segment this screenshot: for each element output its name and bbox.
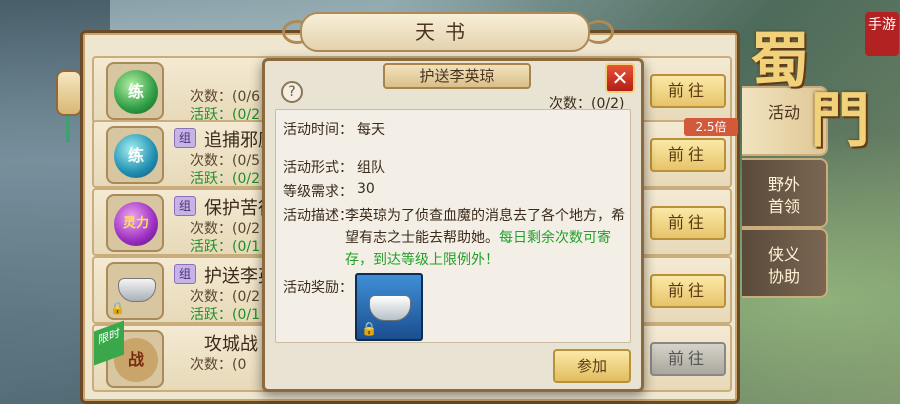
green-orb-icon: 练 [114,70,158,114]
desc-text: 李英琼为了侦查血魔的消息去了各个地方，希望有志之士能去帮助她。每日剩余次数可寄存… [345,205,635,271]
silver-ingot-icon [369,295,411,321]
reward-item[interactable]: 🔒 [355,273,423,341]
activity-name: 攻城战 [204,334,258,355]
form-value: 组队 [357,160,385,176]
panel-title: 天书 [300,12,590,52]
tab-label-line1: 野外 [767,175,800,194]
logo-char-men: 門 [810,86,870,156]
tab-label-line1: 侠义 [767,245,800,264]
row-count: 次数：(0/6 [190,89,260,105]
purple-orb-icon: 灵力 [114,202,158,246]
row-active: 活跃：(0/1 [190,307,260,323]
go-button[interactable]: 前往 [650,138,726,172]
row-count: 次数：(0/2 [190,221,260,237]
logo-char-shu: 蜀 [750,26,810,96]
join-button[interactable]: 参加 [553,349,631,383]
row-count: 次数：(0/2 [190,289,260,305]
dialog-title: 护送李英琼 [383,63,531,89]
tab-label-line2: 协助 [767,267,800,286]
lock-icon: 🔒 [110,301,125,315]
activity-detail-dialog: 护送李英琼 ✕ ? 次数：(0/2) 活动时间： 每天 活动形式： 组队 等级需… [262,58,644,392]
row-count: 次数：(0/5 [190,153,260,169]
group-tag: 组 [174,128,196,148]
lantern-decoration [56,70,82,116]
go-button[interactable]: 前往 [650,74,726,108]
go-button[interactable]: 前往 [650,206,726,240]
tab-chivalry-assist[interactable]: 侠义 协助 [742,228,828,298]
activity-icon: 练 [106,62,164,120]
group-tag: 组 [174,264,196,284]
game-logo: 蜀 門 手游 [730,2,900,156]
lock-icon: 🔒 [361,322,378,337]
lantern-tassel [66,116,70,142]
tab-label-line2: 首领 [767,197,800,216]
row-active: 活跃：(0/2 [190,171,260,187]
time-value: 每天 [357,122,385,138]
teal-orb-icon: 练 [114,134,158,178]
activity-icon: 灵力 [106,194,164,252]
level-value: 30 [357,181,375,197]
row-active: 活跃：(0/1 [190,239,260,255]
form-label: 活动形式： [283,160,353,176]
group-tag: 组 [174,196,196,216]
time-label: 活动时间： [283,122,353,138]
silver-ingot-icon [118,278,156,302]
desc-label: 活动描述： [283,208,353,224]
level-label: 等级需求： [283,184,353,200]
logo-seal: 手游 [865,12,899,56]
activity-icon: 练 [106,126,164,184]
help-icon[interactable]: ? [281,81,303,103]
reward-label: 活动奖励： [283,280,353,296]
go-button[interactable]: 前往 [650,342,726,376]
activity-icon: 🔒 [106,262,164,320]
close-button[interactable]: ✕ [605,63,635,93]
tab-field-boss[interactable]: 野外 首领 [742,158,828,228]
row-count: 次数：(0 [190,357,247,373]
go-button[interactable]: 前往 [650,274,726,308]
